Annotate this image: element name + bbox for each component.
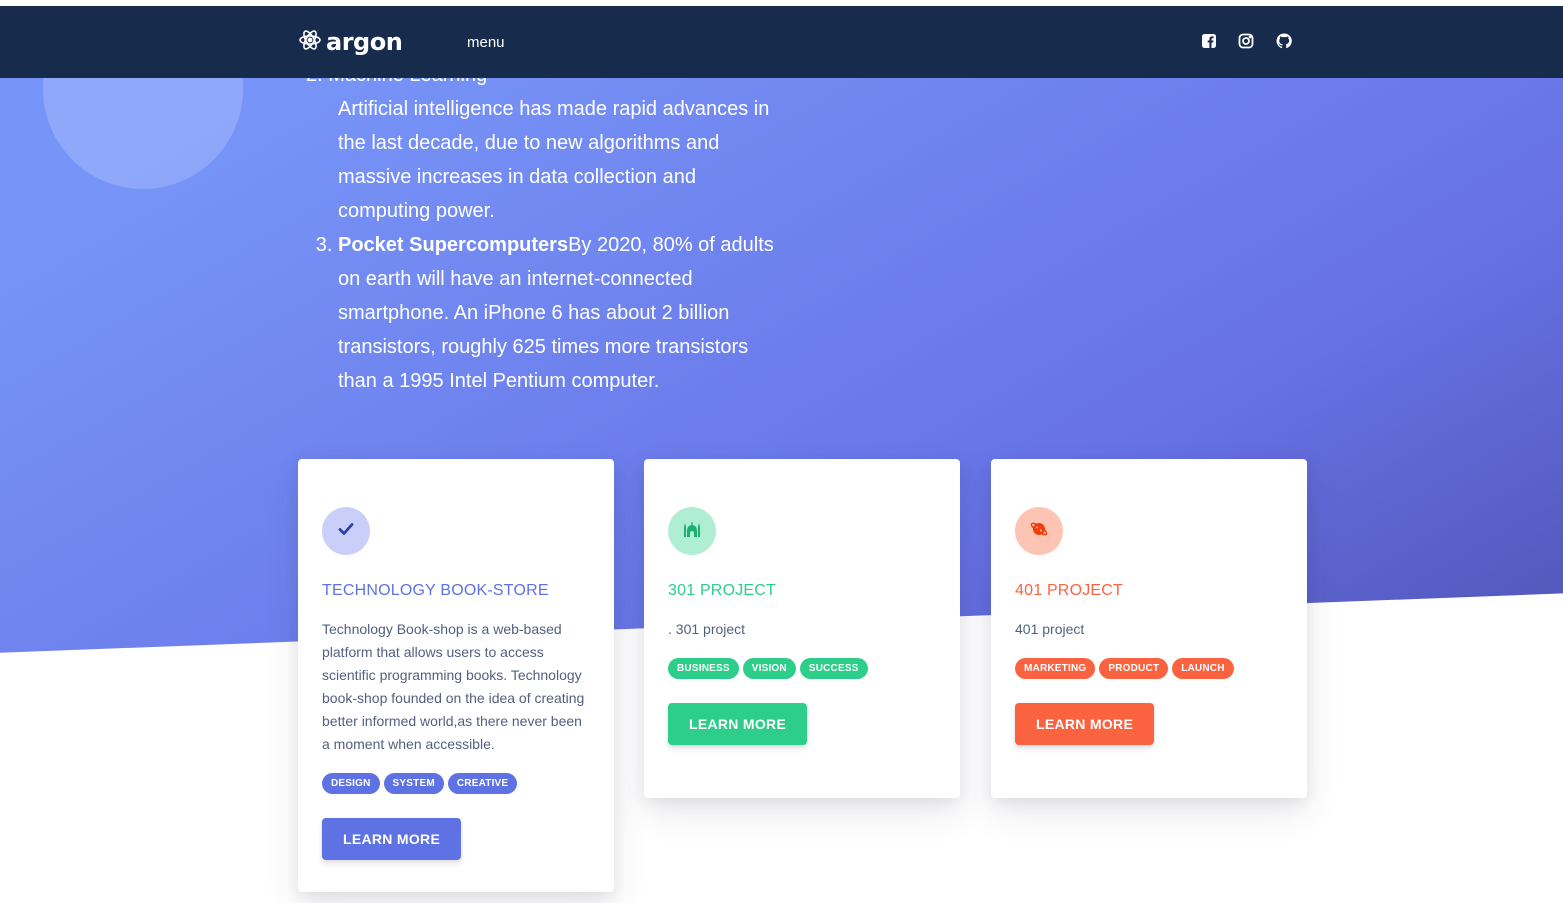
badge: product xyxy=(1099,658,1169,679)
card-badges: design system creative xyxy=(322,773,590,794)
badge: system xyxy=(383,773,444,794)
badge: business xyxy=(668,658,739,679)
instagram-icon[interactable] xyxy=(1238,33,1254,49)
badge: creative xyxy=(447,773,518,794)
navbar: argon menu xyxy=(0,6,1563,78)
list-item-title: Pocket Supercomputers xyxy=(338,234,569,256)
badge: vision xyxy=(742,658,796,679)
check-icon xyxy=(336,519,356,544)
hero-content: 2. Machine Learning x Artificial intelli… xyxy=(306,58,786,398)
list-item-text: By 2020, 80% of adults on earth will hav… xyxy=(338,234,774,392)
hero-list: x Artificial intelligence has made rapid… xyxy=(306,58,786,398)
badge: launch xyxy=(1172,658,1234,679)
card-icon-wrap xyxy=(1015,507,1063,555)
list-item-text: Artificial intelligence has made rapid a… xyxy=(338,98,770,222)
card-icon-wrap xyxy=(668,507,716,555)
learn-more-button[interactable]: Learn more xyxy=(322,818,462,860)
brand-name: argon xyxy=(326,28,403,56)
card-title: 401 Project xyxy=(1015,582,1124,599)
istanbul-icon xyxy=(682,519,702,544)
atom-icon xyxy=(298,28,322,57)
badge: success xyxy=(799,658,868,679)
facebook-square-icon[interactable] xyxy=(1201,33,1217,49)
menu-link[interactable]: menu xyxy=(467,34,505,51)
planet-icon xyxy=(1029,519,1049,544)
github-icon[interactable] xyxy=(1276,33,1292,49)
feature-card: 401 Project 401 project marketing produc… xyxy=(991,459,1307,798)
learn-more-button[interactable]: Learn more xyxy=(1015,703,1155,745)
card-title: 301 Project xyxy=(668,582,777,599)
card-icon-wrap xyxy=(322,507,370,555)
badge: design xyxy=(322,773,380,794)
learn-more-button[interactable]: Learn more xyxy=(668,703,808,745)
card-description: 401 project xyxy=(1015,621,1085,637)
card-badges: business vision success xyxy=(668,658,936,679)
badge: marketing xyxy=(1015,658,1096,679)
list-item: Pocket SupercomputersBy 2020, 80% of adu… xyxy=(338,228,786,398)
card-badges: marketing product launch xyxy=(1015,658,1283,679)
card-title: Technology Book-Store xyxy=(322,582,549,599)
card-description: . 301 project xyxy=(668,621,746,637)
feature-card: Technology Book-Store Technology Book-sh… xyxy=(298,459,614,892)
feature-card: 301 Project . 301 project business visio… xyxy=(644,459,960,798)
brand-logo[interactable]: argon xyxy=(298,26,403,58)
card-description: Technology Book-shop is a web-based plat… xyxy=(322,621,585,752)
